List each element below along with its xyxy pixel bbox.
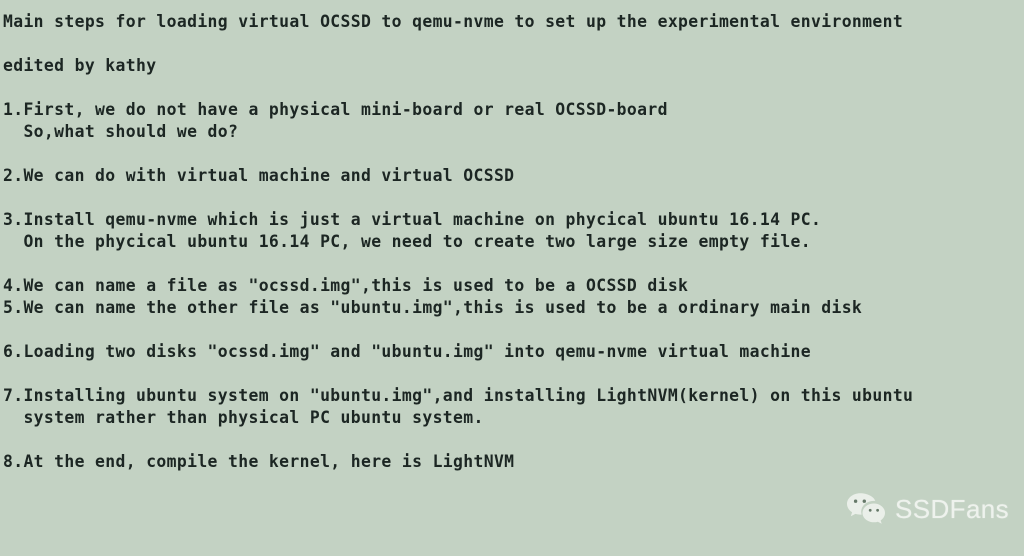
wechat-icon xyxy=(846,492,886,525)
step-8-line-1: 8.At the end, compile the kernel, here i… xyxy=(3,452,515,471)
step-5-line-1: 5.We can name the other file as "ubuntu.… xyxy=(3,298,863,317)
document-byline: edited by kathy xyxy=(3,56,157,75)
document-title: Main steps for loading virtual OCSSD to … xyxy=(3,12,904,31)
step-3-line-1: 3.Install qemu-nvme which is just a virt… xyxy=(3,210,822,229)
step-2-line-1: 2.We can do with virtual machine and vir… xyxy=(3,166,515,185)
watermark-brand: SSDFans xyxy=(895,493,1010,524)
step-4-line-1: 4.We can name a file as "ocssd.img",this… xyxy=(3,276,689,295)
step-1-line-2: So,what should we do? xyxy=(3,122,239,141)
watermark: SSDFans xyxy=(846,492,1009,525)
step-6-line-1: 6.Loading two disks "ocssd.img" and "ubu… xyxy=(3,342,812,361)
step-7-line-1: 7.Installing ubuntu system on "ubuntu.im… xyxy=(3,386,914,405)
document-text-block: Main steps for loading virtual OCSSD to … xyxy=(3,11,1021,473)
slide-canvas: Main steps for loading virtual OCSSD to … xyxy=(0,0,1024,556)
step-3-line-2: On the phycical ubuntu 16.14 PC, we need… xyxy=(3,232,812,251)
step-7-line-2: system rather than physical PC ubuntu sy… xyxy=(3,408,484,427)
step-1-line-1: 1.First, we do not have a physical mini-… xyxy=(3,100,668,119)
